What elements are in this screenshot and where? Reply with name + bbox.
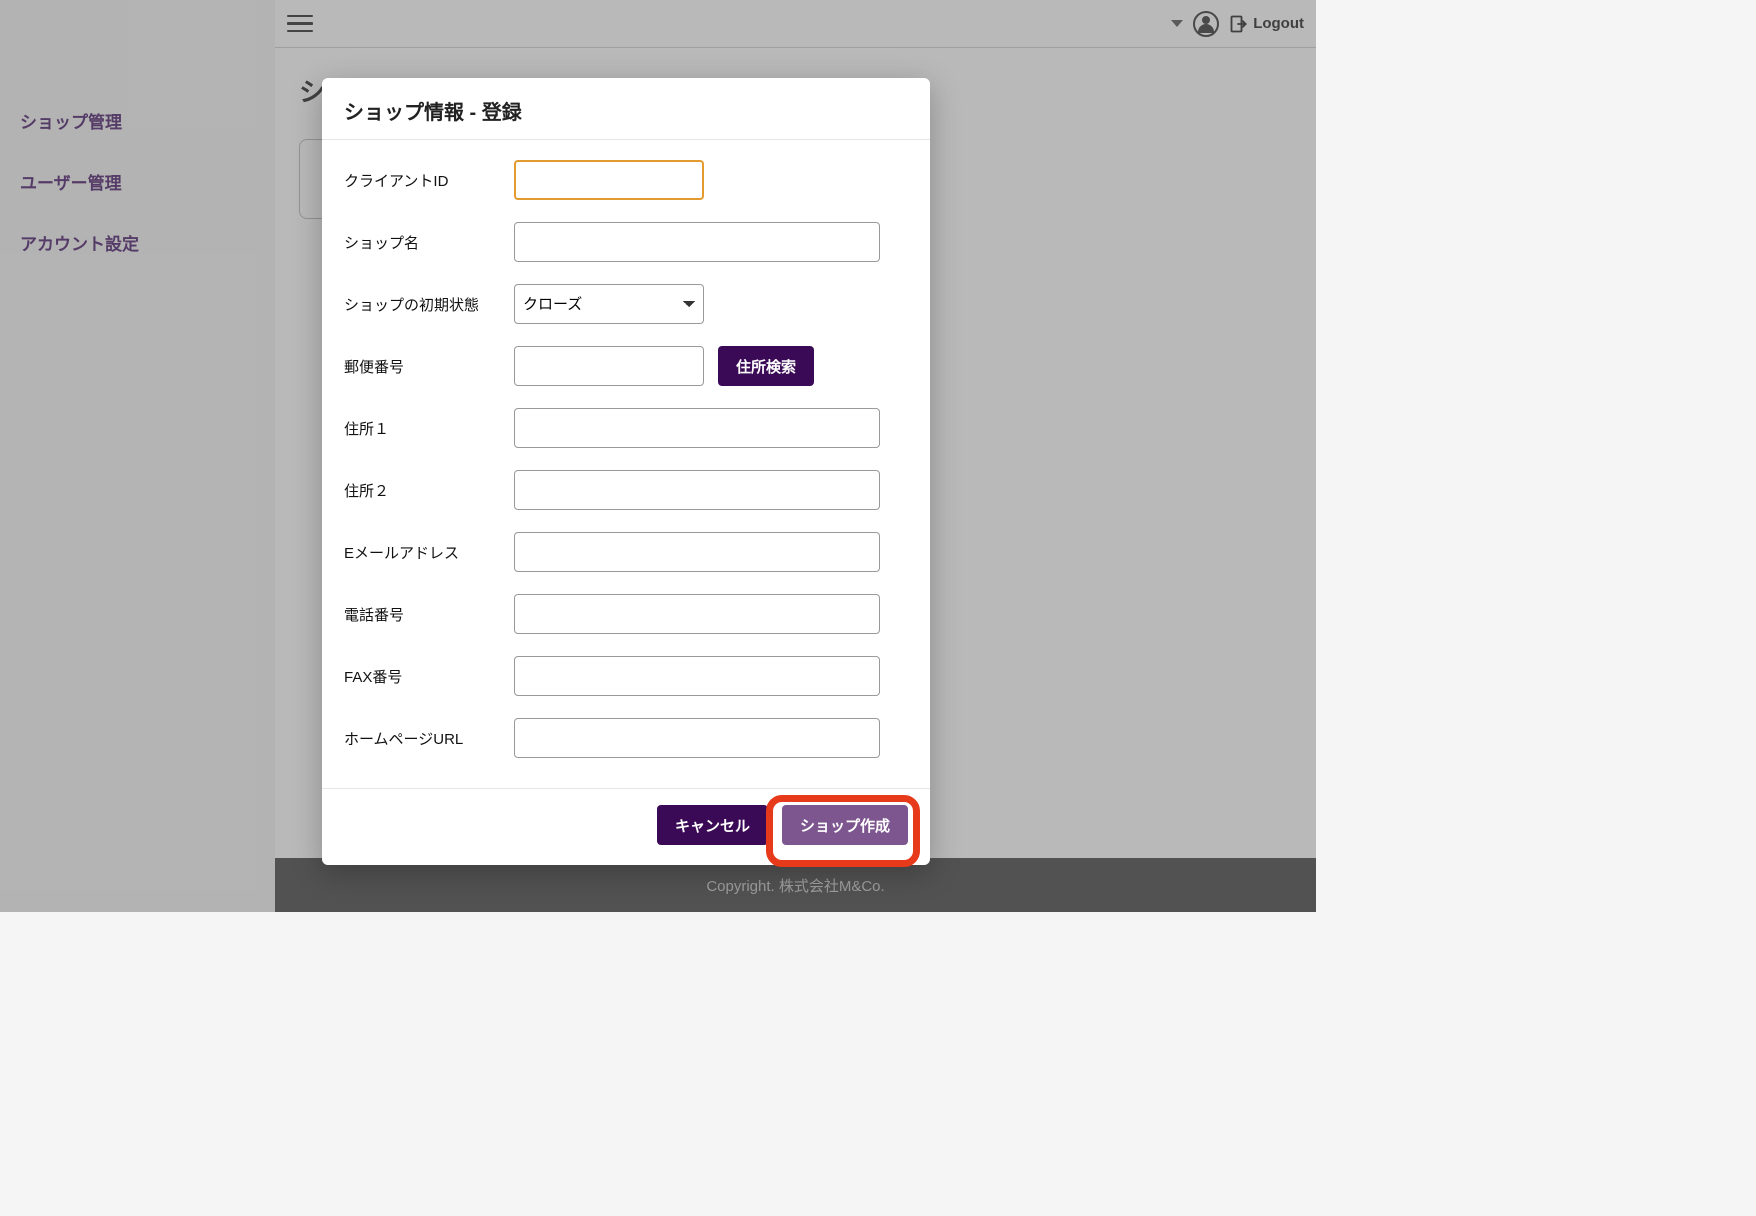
email-label: Eメールアドレス <box>344 542 514 563</box>
address1-label: 住所１ <box>344 418 514 439</box>
modal-body: クライアントID ショップ名 ショップの初期状態 クローズ 郵便番号 住所 <box>322 140 930 788</box>
email-input[interactable] <box>514 532 880 572</box>
field-initial-state: ショップの初期状態 クローズ <box>344 284 908 324</box>
address2-input[interactable] <box>514 470 880 510</box>
phone-label: 電話番号 <box>344 604 514 625</box>
initial-state-label: ショップの初期状態 <box>344 294 514 315</box>
field-fax: FAX番号 <box>344 656 908 696</box>
address1-input[interactable] <box>514 408 880 448</box>
field-homepage: ホームページURL <box>344 718 908 758</box>
field-client-id: クライアントID <box>344 160 908 200</box>
field-address1: 住所１ <box>344 408 908 448</box>
zip-label: 郵便番号 <box>344 356 514 377</box>
address2-label: 住所２ <box>344 480 514 501</box>
field-shop-name: ショップ名 <box>344 222 908 262</box>
address-search-button[interactable]: 住所検索 <box>718 346 814 386</box>
cancel-button[interactable]: キャンセル <box>657 805 768 845</box>
zip-input[interactable] <box>514 346 704 386</box>
modal-title: ショップ情報 - 登録 <box>322 78 930 140</box>
create-shop-button[interactable]: ショップ作成 <box>782 805 908 845</box>
field-zip: 郵便番号 住所検索 <box>344 346 908 386</box>
fax-label: FAX番号 <box>344 666 514 687</box>
homepage-label: ホームページURL <box>344 728 514 749</box>
fax-input[interactable] <box>514 656 880 696</box>
field-address2: 住所２ <box>344 470 908 510</box>
shop-name-input[interactable] <box>514 222 880 262</box>
shop-name-label: ショップ名 <box>344 232 514 253</box>
client-id-input[interactable] <box>514 160 704 200</box>
phone-input[interactable] <box>514 594 880 634</box>
shop-register-modal: ショップ情報 - 登録 クライアントID ショップ名 ショップの初期状態 クロー… <box>322 78 930 865</box>
field-phone: 電話番号 <box>344 594 908 634</box>
field-email: Eメールアドレス <box>344 532 908 572</box>
initial-state-select[interactable]: クローズ <box>514 284 704 324</box>
homepage-input[interactable] <box>514 718 880 758</box>
client-id-label: クライアントID <box>344 170 514 191</box>
modal-footer: キャンセル ショップ作成 <box>322 788 930 865</box>
